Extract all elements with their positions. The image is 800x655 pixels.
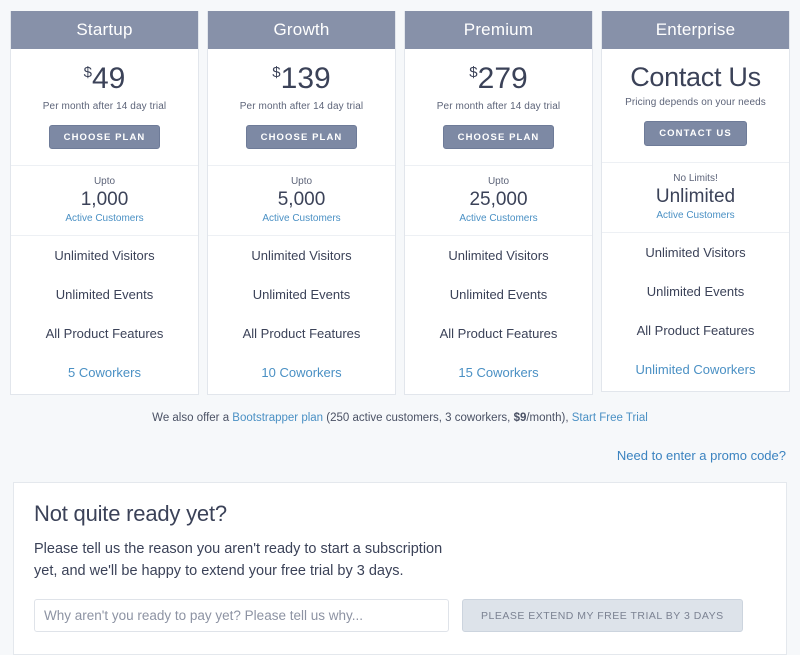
plan-name-startup: Startup	[11, 11, 198, 49]
extend-trial-button[interactable]: PLEASE EXTEND MY FREE TRIAL BY 3 DAYS	[462, 599, 743, 633]
quota-label: Active Customers	[262, 212, 341, 224]
plan-feature: Unlimited Events	[646, 283, 745, 299]
plan-feature: All Product Features	[636, 322, 755, 338]
pricing-plans-row: Startup $49 Per month after 14 day trial…	[0, 0, 800, 395]
pricing-card-growth: Growth $139 Per month after 14 day trial…	[207, 11, 396, 395]
pricing-card-enterprise: Enterprise Contact Us Pricing depends on…	[601, 11, 790, 392]
plan-price-block: $49 Per month after 14 day trial CHOOSE …	[11, 49, 198, 166]
plan-feature: All Product Features	[45, 325, 164, 341]
price-amount: 49	[91, 62, 126, 95]
quota-prefix: No Limits!	[673, 172, 718, 184]
plan-price-block: $139 Per month after 14 day trial CHOOSE…	[208, 49, 395, 166]
plan-feature: Unlimited Visitors	[448, 247, 549, 263]
currency-symbol: $	[272, 64, 281, 81]
quota-value: 1,000	[80, 189, 129, 210]
plan-price-note: Pricing depends on your needs	[625, 97, 766, 109]
plan-feature: Unlimited Events	[449, 286, 548, 302]
choose-plan-button-growth[interactable]: CHOOSE PLAN	[245, 124, 358, 149]
plan-price: $279	[413, 63, 584, 95]
plan-feature: Unlimited Visitors	[251, 247, 352, 263]
plan-coworkers-link[interactable]: 5 Coworkers	[11, 353, 198, 394]
price-amount: Contact Us	[630, 62, 761, 92]
plan-price-note: Per month after 14 day trial	[436, 100, 561, 112]
quota-value: 5,000	[277, 189, 326, 210]
quota-value: Unlimited	[655, 185, 736, 207]
quota-prefix: Upto	[93, 176, 116, 187]
panel-title: Not quite ready yet?	[34, 500, 227, 526]
offer-detail-open: (250 active customers, 3 coworkers,	[323, 411, 514, 424]
plan-price-note: Per month after 14 day trial	[42, 100, 167, 112]
plan-name-enterprise: Enterprise	[602, 11, 789, 49]
plan-price: Contact Us	[610, 63, 781, 91]
plan-feature: Unlimited Visitors	[645, 244, 746, 260]
choose-plan-button-startup[interactable]: CHOOSE PLAN	[48, 124, 161, 149]
panel-body-text: Please tell us the reason you aren't rea…	[34, 540, 443, 579]
plan-feature: All Product Features	[439, 325, 558, 341]
extend-trial-form: PLEASE EXTEND MY FREE TRIAL BY 3 DAYS	[34, 599, 766, 633]
plan-name-premium: Premium	[405, 11, 592, 49]
plan-quota-block: No Limits! Unlimited Active Customers	[602, 163, 789, 233]
promo-code-link[interactable]: Need to enter a promo code?	[617, 448, 786, 463]
price-amount: 139	[280, 62, 331, 95]
plan-price-block: $279 Per month after 14 day trial CHOOSE…	[405, 49, 592, 166]
plan-feature: All Product Features	[242, 325, 361, 341]
choose-plan-button-premium[interactable]: CHOOSE PLAN	[442, 124, 555, 149]
plan-price: $49	[19, 63, 190, 95]
plan-quota-block: Upto 5,000 Active Customers	[208, 166, 395, 236]
pricing-card-startup: Startup $49 Per month after 14 day trial…	[10, 11, 199, 395]
quota-prefix: Upto	[487, 176, 510, 187]
plan-coworkers-link[interactable]: 10 Coworkers	[208, 353, 395, 394]
plan-price: $139	[216, 63, 387, 95]
quota-prefix: Upto	[290, 176, 313, 187]
offer-lead-text: We also offer a	[152, 411, 233, 424]
offer-detail-close: /month),	[526, 411, 572, 424]
plan-price-note: Per month after 14 day trial	[239, 100, 364, 112]
plan-price-block: Contact Us Pricing depends on your needs…	[602, 49, 789, 163]
currency-symbol: $	[469, 64, 478, 81]
reason-input[interactable]	[34, 599, 449, 633]
contact-us-button[interactable]: CONTACT US	[644, 121, 747, 146]
plan-feature: Unlimited Visitors	[54, 247, 155, 263]
plan-coworkers-link[interactable]: 15 Coworkers	[405, 353, 592, 394]
plan-name-growth: Growth	[208, 11, 395, 49]
bootstrapper-offer-line: We also offer a Bootstrapper plan (250 a…	[0, 412, 800, 424]
price-amount: 279	[477, 62, 528, 95]
quota-label: Active Customers	[656, 209, 735, 221]
pricing-card-premium: Premium $279 Per month after 14 day tria…	[404, 11, 593, 395]
plan-quota-block: Upto 25,000 Active Customers	[405, 166, 592, 236]
offer-price: $9	[513, 411, 527, 424]
quota-label: Active Customers	[459, 212, 538, 224]
promo-code-row: Need to enter a promo code?	[0, 447, 800, 465]
start-free-trial-link[interactable]: Start Free Trial	[572, 412, 648, 424]
quota-value: 25,000	[469, 189, 528, 210]
currency-symbol: $	[83, 64, 92, 81]
plan-coworkers-link[interactable]: Unlimited Coworkers	[602, 350, 789, 391]
plan-feature: Unlimited Events	[252, 286, 351, 302]
quota-label: Active Customers	[65, 212, 144, 224]
not-ready-panel: Not quite ready yet? Please tell us the …	[13, 481, 787, 655]
bootstrapper-plan-link[interactable]: Bootstrapper plan	[232, 412, 323, 424]
plan-feature: Unlimited Events	[55, 286, 154, 302]
plan-quota-block: Upto 1,000 Active Customers	[11, 166, 198, 236]
